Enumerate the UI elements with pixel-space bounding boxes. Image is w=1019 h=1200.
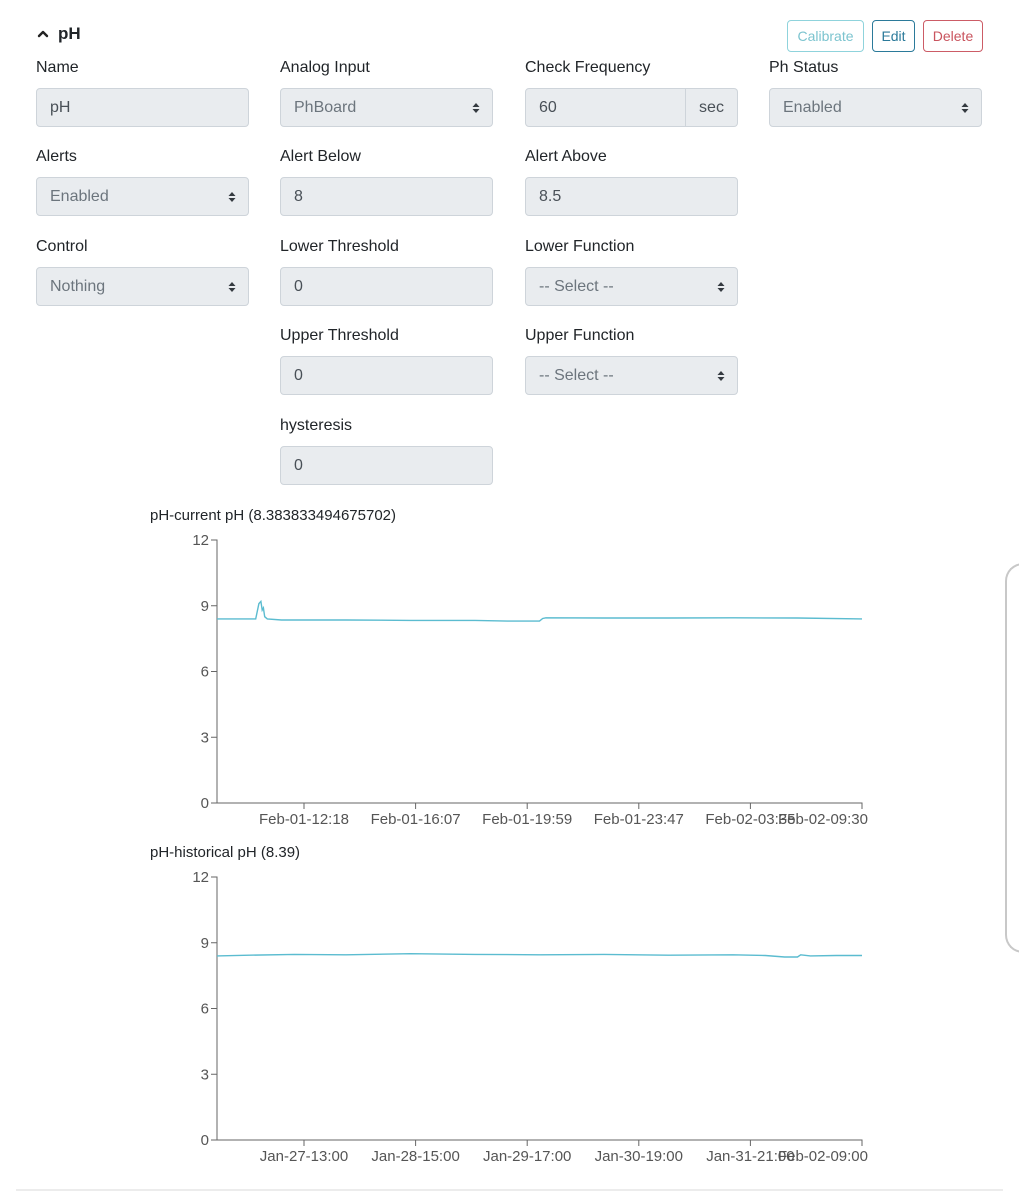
hysteresis-field: hysteresis 0 (280, 414, 493, 485)
y-tick-label: 0 (201, 1132, 209, 1149)
x-tick-label: Feb-02-09:30 (778, 811, 868, 828)
hysteresis-input[interactable]: 0 (280, 446, 493, 485)
lower-threshold-label: Lower Threshold (280, 238, 399, 255)
lower-threshold-input[interactable]: 0 (280, 267, 493, 306)
x-tick-label: Jan-27-13:00 (260, 1148, 348, 1165)
alert-above-input[interactable]: 8.5 (525, 177, 738, 216)
lower-function-select[interactable]: -- Select -- (525, 267, 738, 306)
current-chart-title: pH-current pH (8.383833494675702) (150, 507, 396, 524)
select-arrows-icon (717, 371, 725, 381)
section-divider (16, 1189, 1003, 1191)
alert-below-input[interactable]: 8 (280, 177, 493, 216)
control-select[interactable]: Nothing (36, 267, 249, 306)
chevron-up-icon[interactable] (36, 27, 50, 41)
x-axis (217, 802, 863, 809)
analog-input-select[interactable]: PhBoard (280, 88, 493, 127)
y-tick-label: 12 (192, 869, 209, 886)
alert-below-label: Alert Below (280, 148, 361, 165)
y-tick-label: 9 (201, 598, 209, 615)
lower-function-value: -- Select -- (539, 278, 614, 295)
select-arrows-icon (228, 282, 236, 292)
control-label: Control (36, 238, 88, 255)
section-header[interactable]: pH (36, 24, 81, 44)
hysteresis-label: hysteresis (280, 417, 353, 434)
alerts-value: Enabled (50, 188, 109, 205)
alert-above-label: Alert Above (525, 148, 607, 165)
calibrate-button[interactable]: Calibrate (787, 20, 864, 52)
check-frequency-input[interactable]: 60 (525, 88, 686, 127)
analog-input-field: Analog Input PhBoard (280, 56, 493, 127)
check-frequency-field: Check Frequency 60 sec (525, 56, 738, 127)
lower-function-field: Lower Function -- Select -- (525, 235, 738, 306)
analog-input-label: Analog Input (280, 59, 370, 76)
name-label: Name (36, 59, 79, 76)
side-drawer-handle[interactable] (1005, 563, 1019, 953)
select-arrows-icon (228, 192, 236, 202)
check-frequency-label: Check Frequency (525, 59, 651, 76)
y-tick-label: 3 (201, 1066, 209, 1083)
upper-function-select[interactable]: -- Select -- (525, 356, 738, 395)
x-tick-label: Feb-01-12:18 (259, 811, 349, 828)
y-tick-label: 6 (201, 664, 209, 681)
ph-status-select[interactable]: Enabled (769, 88, 982, 127)
ph-series-line (217, 599, 863, 622)
edit-button[interactable]: Edit (872, 20, 915, 52)
check-frequency-unit: sec (686, 88, 738, 127)
current-ph-chart: 0 3 6 9 12 Feb-01-12:18 Feb-01-16:07 Feb-01-19:… (192, 532, 868, 828)
x-axis (217, 1139, 863, 1146)
x-tick-label: Feb-02-09:00 (778, 1148, 868, 1165)
name-input[interactable]: pH (36, 88, 249, 127)
upper-threshold-field: Upper Threshold 0 (280, 324, 493, 395)
lower-function-label: Lower Function (525, 238, 635, 255)
alert-below-field: Alert Below 8 (280, 145, 493, 216)
select-arrows-icon (472, 103, 480, 113)
y-tick-label: 3 (201, 729, 209, 746)
ph-status-label: Ph Status (769, 59, 839, 76)
action-buttons: Calibrate Edit Delete (787, 20, 983, 52)
x-tick-label: Jan-28-15:00 (371, 1148, 459, 1165)
alerts-label: Alerts (36, 148, 77, 165)
y-tick-label: 6 (201, 1001, 209, 1018)
select-arrows-icon (961, 103, 969, 113)
ph-status-value: Enabled (783, 99, 842, 116)
y-tick-label: 12 (192, 532, 209, 549)
name-field: Name pH (36, 56, 249, 127)
upper-function-label: Upper Function (525, 327, 635, 344)
alerts-field: Alerts Enabled (36, 145, 249, 216)
historical-chart-title: pH-historical pH (8.39) (150, 844, 301, 861)
y-tick-label: 9 (201, 935, 209, 952)
alert-above-field: Alert Above 8.5 (525, 145, 738, 216)
upper-threshold-input[interactable]: 0 (280, 356, 493, 395)
upper-threshold-label: Upper Threshold (280, 327, 399, 344)
x-tick-label: Feb-01-16:07 (371, 811, 461, 828)
x-tick-label: Feb-01-19:59 (482, 811, 572, 828)
x-tick-label: Feb-01-23:47 (594, 811, 684, 828)
alerts-select[interactable]: Enabled (36, 177, 249, 216)
upper-function-field: Upper Function -- Select -- (525, 324, 738, 395)
ph-status-field: Ph Status Enabled (769, 56, 982, 127)
y-tick-label: 0 (201, 795, 209, 812)
ph-series-line (216, 952, 862, 958)
x-tick-label: Jan-30-19:00 (595, 1148, 683, 1165)
lower-threshold-field: Lower Threshold 0 (280, 235, 493, 306)
control-field: Control Nothing (36, 235, 249, 306)
control-value: Nothing (50, 278, 106, 295)
analog-input-value: PhBoard (294, 99, 357, 116)
select-arrows-icon (717, 282, 725, 292)
x-tick-label: Jan-29-17:00 (483, 1148, 571, 1165)
delete-button[interactable]: Delete (923, 20, 983, 52)
upper-function-value: -- Select -- (539, 367, 614, 384)
historical-ph-chart: 0 3 6 9 12 Jan-27-13:00 Jan-28-15:00 Jan-29-17:… (192, 869, 868, 1165)
section-title: pH (58, 24, 81, 43)
